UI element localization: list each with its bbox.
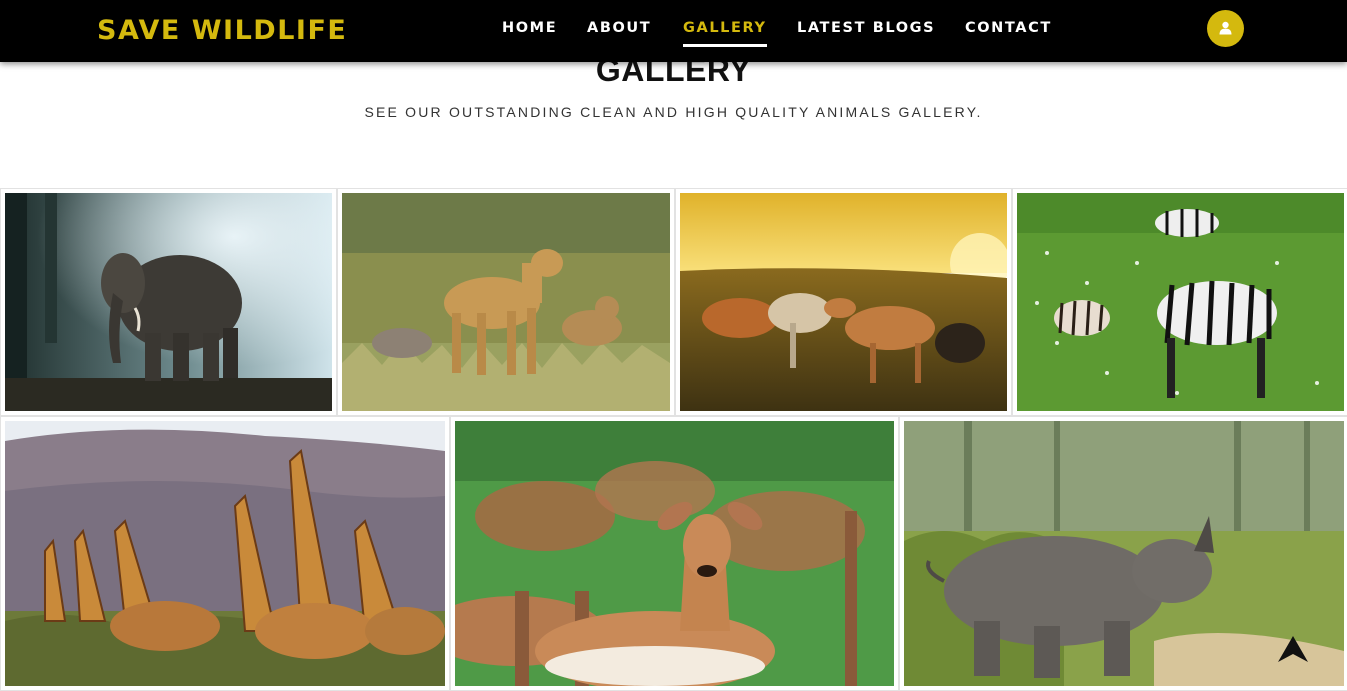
- gallery-item-zebras[interactable]: [1012, 188, 1347, 416]
- nav-contact[interactable]: CONTACT: [965, 20, 1052, 44]
- horses-image: [680, 193, 1007, 411]
- navbar: SAVE WILDLIFE HOME ABOUT GALLERY LATEST …: [0, 0, 1347, 62]
- user-icon: [1219, 21, 1232, 35]
- gallery-item-cheetahs[interactable]: [337, 188, 675, 416]
- scroll-to-top-button[interactable]: [1276, 634, 1310, 664]
- giraffes-image: [5, 421, 445, 686]
- gallery-item-giraffes[interactable]: [0, 416, 450, 691]
- nav-home[interactable]: HOME: [502, 20, 557, 44]
- nav-gallery[interactable]: GALLERY: [683, 20, 767, 47]
- brand-logo[interactable]: SAVE WILDLIFE: [97, 15, 347, 46]
- impalas-image: [455, 421, 894, 686]
- elephant-image: [5, 193, 332, 411]
- page-subtitle: SEE OUR OUTSTANDING CLEAN AND HIGH QUALI…: [364, 104, 983, 120]
- gallery-item-impalas[interactable]: [450, 416, 899, 691]
- nav-about[interactable]: ABOUT: [587, 20, 651, 44]
- cheetahs-image: [342, 193, 670, 411]
- arrow-up-icon: [1278, 636, 1308, 662]
- gallery-item-elephant[interactable]: [0, 188, 337, 416]
- zebras-image: [1017, 193, 1344, 411]
- user-button[interactable]: [1207, 10, 1244, 47]
- gallery-item-horses[interactable]: [675, 188, 1012, 416]
- nav-latest-blogs[interactable]: LATEST BLOGS: [797, 20, 935, 44]
